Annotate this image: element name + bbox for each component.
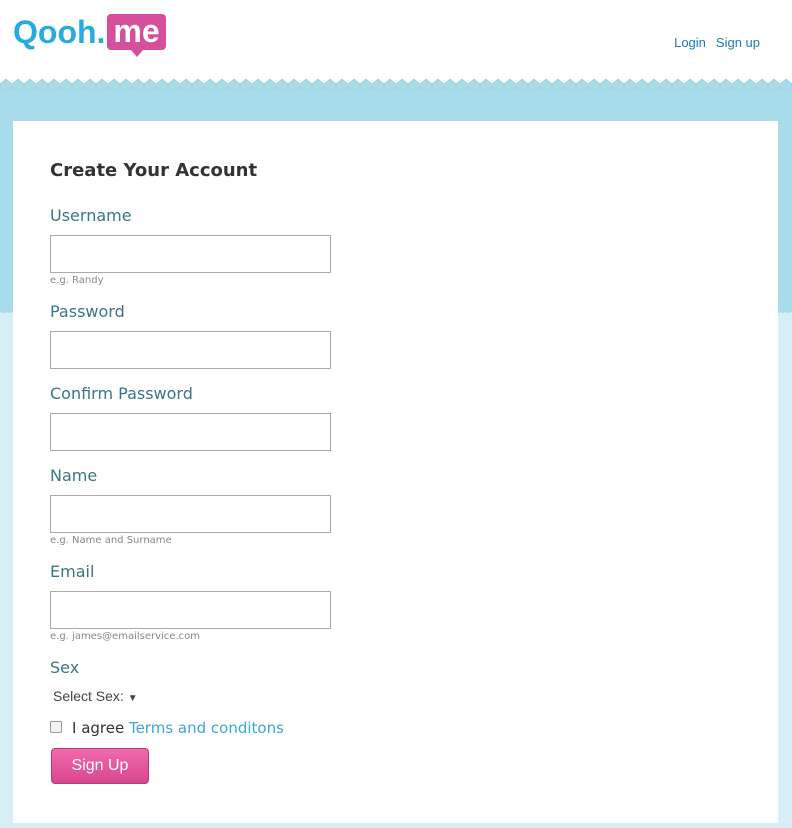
top-nav: Login Sign up: [664, 35, 760, 50]
sex-select-value: Select Sex:: [53, 688, 124, 704]
username-hint: e.g. Randy: [50, 275, 104, 286]
name-hint: e.g. Name and Surname: [50, 535, 172, 546]
sex-label: Sex: [50, 658, 80, 677]
name-label: Name: [50, 466, 98, 485]
agree-checkbox[interactable]: [50, 721, 62, 733]
password-label: Password: [50, 302, 125, 321]
terms-link[interactable]: Terms and conditons: [129, 719, 284, 737]
confirm-password-label: Confirm Password: [50, 384, 193, 403]
logo-badge: me: [107, 14, 166, 57]
dropdown-arrow-icon: ▼: [127, 693, 138, 704]
logo[interactable]: Qooh. me: [13, 14, 166, 57]
sex-select[interactable]: Select Sex: ▼: [53, 688, 138, 704]
name-input[interactable]: [50, 495, 331, 533]
username-input[interactable]: [50, 235, 331, 273]
zigzag-divider: [0, 78, 792, 90]
email-hint: e.g. james@emailservice.com: [50, 631, 200, 642]
signup-card: Create Your Account Username e.g. Randy …: [13, 121, 778, 823]
sign-up-button[interactable]: Sign Up: [51, 748, 149, 784]
email-input[interactable]: [50, 591, 331, 629]
agree-label: I agree: [72, 719, 129, 737]
page-title: Create Your Account: [50, 160, 258, 181]
signup-link[interactable]: Sign up: [716, 35, 760, 50]
email-label: Email: [50, 562, 95, 581]
confirm-password-input[interactable]: [50, 413, 331, 451]
agree-text: I agree Terms and conditons: [72, 719, 284, 737]
username-label: Username: [50, 206, 132, 225]
password-input[interactable]: [50, 331, 331, 369]
login-link[interactable]: Login: [674, 35, 706, 50]
logo-text: Qooh.: [13, 14, 106, 50]
